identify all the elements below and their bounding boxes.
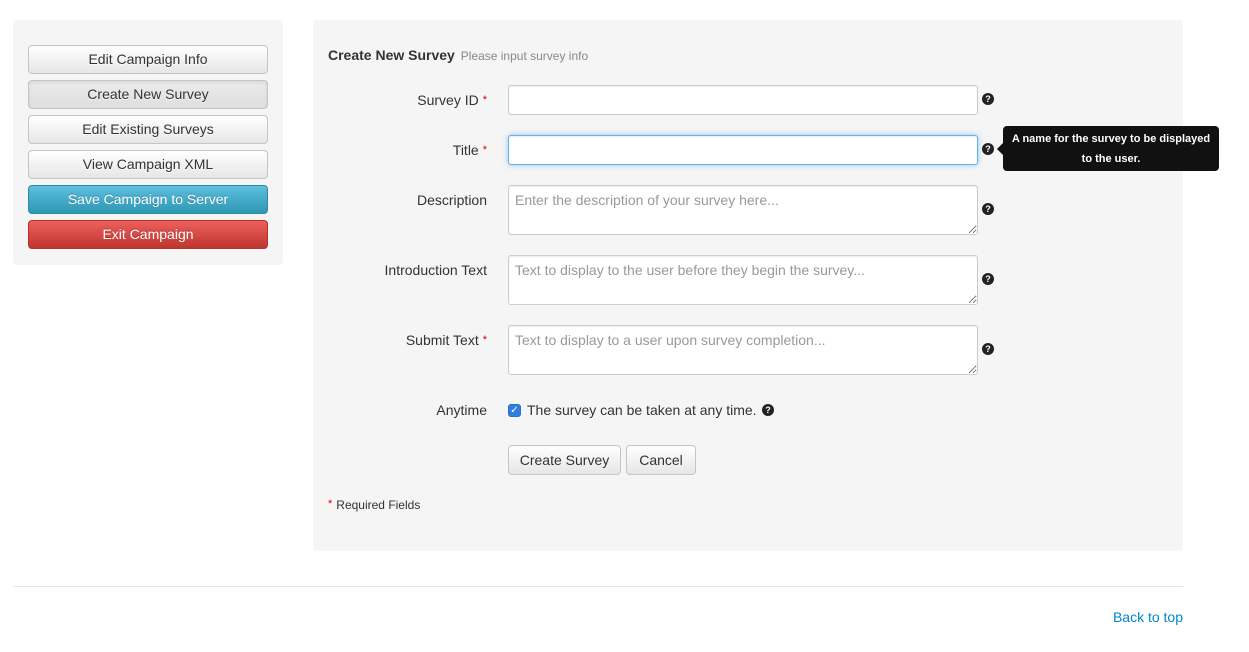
anytime-checkbox-text: The survey can be taken at any time. — [527, 402, 757, 418]
form-title: Create New Survey — [328, 47, 455, 63]
checkmark-icon: ✓ — [510, 405, 519, 416]
exit-campaign-button[interactable]: Exit Campaign — [28, 220, 268, 249]
submit-text-label: Submit Text * — [307, 332, 487, 348]
required-marker: * — [482, 334, 487, 346]
description-textarea[interactable] — [508, 185, 978, 235]
submit-text-label-text: Submit Text — [405, 332, 479, 348]
survey-id-input[interactable] — [508, 85, 978, 115]
description-help-icon[interactable]: ? — [982, 203, 994, 215]
title-help-icon[interactable]: ? — [982, 143, 994, 155]
required-marker: * — [328, 498, 333, 510]
anytime-label-text: Anytime — [436, 402, 487, 418]
edit-campaign-info-button[interactable]: Edit Campaign Info — [28, 45, 268, 74]
anytime-checkbox[interactable]: ✓ — [508, 404, 521, 417]
create-survey-button[interactable]: Create Survey — [508, 445, 621, 475]
required-fields-note: * Required Fields — [328, 498, 420, 512]
anytime-checkbox-label: The survey can be taken at any time. — [527, 402, 757, 418]
required-marker: * — [482, 144, 487, 156]
anytime-help-icon[interactable]: ? — [762, 404, 774, 416]
submit-text-textarea[interactable] — [508, 325, 978, 375]
intro-text-label: Introduction Text — [307, 262, 487, 278]
description-label-text: Description — [416, 192, 487, 208]
back-to-top-link[interactable]: Back to top — [1113, 609, 1183, 625]
create-new-survey-button[interactable]: Create New Survey — [28, 80, 268, 109]
footer-divider — [13, 586, 1183, 587]
title-tooltip: A name for the survey to be displayed to… — [1003, 126, 1219, 171]
edit-existing-surveys-button[interactable]: Edit Existing Surveys — [28, 115, 268, 144]
required-fields-text: Required Fields — [336, 498, 421, 512]
form-legend: Create New Survey Please input survey in… — [328, 47, 588, 63]
survey-id-label-text: Survey ID — [417, 92, 479, 108]
intro-text-label-text: Introduction Text — [384, 262, 487, 278]
cancel-button[interactable]: Cancel — [626, 445, 696, 475]
intro-text-textarea[interactable] — [508, 255, 978, 305]
title-label-text: Title — [452, 142, 479, 158]
sidebar-panel: Edit Campaign Info Create New Survey Edi… — [13, 20, 283, 265]
submit-text-help-icon[interactable]: ? — [982, 343, 994, 355]
view-campaign-xml-button[interactable]: View Campaign XML — [28, 150, 268, 179]
title-input[interactable] — [508, 135, 978, 165]
anytime-label: Anytime — [307, 402, 487, 418]
survey-id-help-icon[interactable]: ? — [982, 93, 994, 105]
description-label: Description — [307, 192, 487, 208]
form-subtitle: Please input survey info — [460, 49, 589, 63]
required-marker: * — [482, 94, 487, 106]
create-survey-form: Create New Survey Please input survey in… — [313, 20, 1219, 551]
title-label: Title * — [307, 142, 487, 158]
intro-text-help-icon[interactable]: ? — [982, 273, 994, 285]
save-campaign-button[interactable]: Save Campaign to Server — [28, 185, 268, 214]
survey-id-label: Survey ID * — [307, 92, 487, 108]
